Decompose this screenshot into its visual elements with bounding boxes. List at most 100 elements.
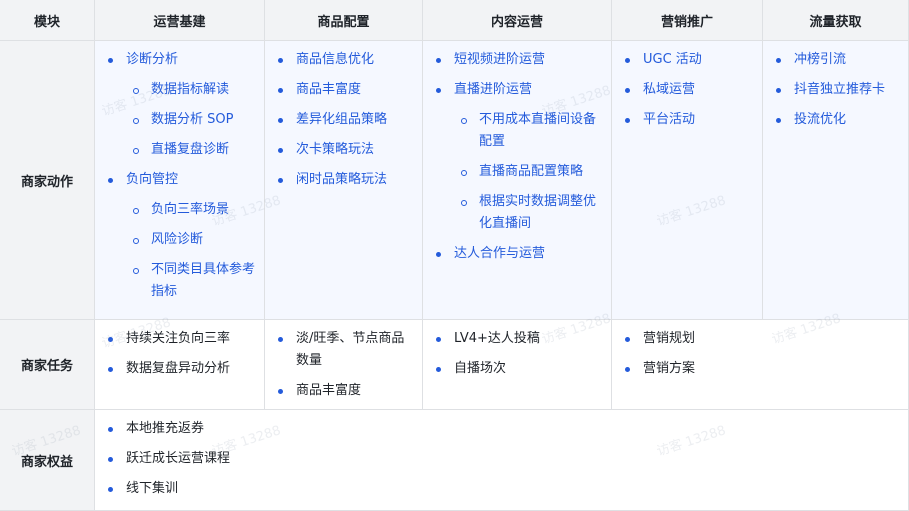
list-tasks-content: LV4+达人投稿 自播场次 xyxy=(436,328,602,388)
hollow-bullet-icon xyxy=(133,148,139,154)
row-header-tasks: 商家任务 xyxy=(0,320,95,410)
list-item[interactable]: 风险诊断 xyxy=(126,229,256,251)
hollow-bullet-icon xyxy=(133,268,139,274)
row-header-actions: 商家动作 xyxy=(0,41,95,320)
list-item[interactable]: 负向三率场景 xyxy=(126,199,256,221)
list-benefits: 本地推充返券 跃迁成长运营课程 线下集训 xyxy=(108,418,426,508)
list-item[interactable]: 根据实时数据调整优化直播间 xyxy=(454,191,599,235)
hollow-bullet-icon xyxy=(133,118,139,124)
list-item[interactable]: 达人合作与运营 xyxy=(436,243,602,265)
list-item: 数据复盘异动分析 xyxy=(108,358,261,380)
list-item: 营销方案 xyxy=(625,358,893,380)
bullet-icon xyxy=(625,367,630,372)
bullet-icon xyxy=(278,178,283,183)
list-item: 持续关注负向三率 xyxy=(108,328,261,350)
bullet-icon xyxy=(776,88,781,93)
header-ops: 运营基建 xyxy=(95,0,265,41)
cell-tasks-marketing: 营销规划 营销方案 xyxy=(612,320,909,410)
list-item[interactable]: 投流优化 xyxy=(776,109,907,131)
hollow-bullet-icon xyxy=(461,170,467,176)
cell-actions-ops: 诊断分析 数据指标解读 数据分析 SOP 直播复盘诊断 负向管控 负向三率场景 … xyxy=(95,41,265,320)
list-item[interactable]: 冲榜引流 xyxy=(776,49,907,71)
bullet-icon xyxy=(436,88,441,93)
list-item[interactable]: 不同类目具体参考指标 xyxy=(126,259,261,303)
list-item: 营销规划 xyxy=(625,328,893,350)
cell-actions-content: 短视频进阶运营 直播进阶运营 不用成本直播间设备配置 直播商品配置策略 根据实时… xyxy=(423,41,612,320)
bullet-icon xyxy=(278,58,283,63)
bullet-icon xyxy=(108,58,113,63)
bullet-icon xyxy=(625,58,630,63)
list-item[interactable]: 负向管控 xyxy=(108,169,256,191)
list-item[interactable]: 平台活动 xyxy=(625,109,758,131)
list-item[interactable]: 次卡策略玩法 xyxy=(278,139,416,161)
list-actions-content: 短视频进阶运营 直播进阶运营 不用成本直播间设备配置 直播商品配置策略 根据实时… xyxy=(436,49,602,273)
list-actions-marketing: UGC 活动 私域运营 平台活动 xyxy=(625,49,758,139)
list-item: 本地推充返券 xyxy=(108,418,426,440)
hollow-bullet-icon xyxy=(461,200,467,206)
bullet-icon xyxy=(108,367,113,372)
header-goods-label: 商品配置 xyxy=(317,14,370,30)
list-item[interactable]: 直播商品配置策略 xyxy=(454,161,602,183)
bullet-icon xyxy=(108,427,113,432)
cell-actions-marketing: UGC 活动 私域运营 平台活动 xyxy=(612,41,763,320)
bullet-icon xyxy=(625,118,630,123)
bullet-icon xyxy=(625,337,630,342)
list-tasks-marketing: 营销规划 营销方案 xyxy=(625,328,893,388)
list-tasks-ops: 持续关注负向三率 数据复盘异动分析 xyxy=(108,328,261,388)
cell-tasks-goods: 淡/旺季、节点商品数量 商品丰富度 xyxy=(265,320,423,410)
bullet-icon xyxy=(436,252,441,257)
cell-benefits: 本地推充返券 跃迁成长运营课程 线下集训 xyxy=(95,410,909,511)
header-traffic: 流量获取 xyxy=(763,0,909,41)
cell-tasks-ops: 持续关注负向三率 数据复盘异动分析 xyxy=(95,320,265,410)
bullet-icon xyxy=(278,389,283,394)
list-tasks-goods: 淡/旺季、节点商品数量 商品丰富度 xyxy=(278,328,408,410)
list-item[interactable]: 不用成本直播间设备配置 xyxy=(454,109,599,153)
header-content: 内容运营 xyxy=(423,0,612,41)
bullet-icon xyxy=(108,487,113,492)
bullet-icon xyxy=(278,118,283,123)
bullet-icon xyxy=(776,58,781,63)
list-actions-ops: 诊断分析 数据指标解读 数据分析 SOP 直播复盘诊断 负向管控 负向三率场景 … xyxy=(108,49,256,311)
list-item: 淡/旺季、节点商品数量 xyxy=(278,328,408,372)
header-marketing-label: 营销推广 xyxy=(660,14,713,30)
bullet-icon xyxy=(436,58,441,63)
header-module: 模块 xyxy=(0,0,95,41)
list-item[interactable]: 短视频进阶运营 xyxy=(436,49,602,71)
row-tasks-label: 商家任务 xyxy=(20,359,73,374)
hollow-bullet-icon xyxy=(133,208,139,214)
list-item[interactable]: 直播进阶运营 xyxy=(436,79,602,101)
list-item[interactable]: 差异化组品策略 xyxy=(278,109,416,131)
header-module-label: 模块 xyxy=(33,14,60,30)
bullet-icon xyxy=(776,118,781,123)
row-benefits-label: 商家权益 xyxy=(20,454,73,470)
header-ops-label: 运营基建 xyxy=(153,14,206,30)
list-item[interactable]: 抖音独立推荐卡 xyxy=(776,79,907,101)
module-table: 模块 运营基建 商品配置 内容运营 营销推广 流量获取 商家动作 诊断分析 数据… xyxy=(0,0,909,511)
bullet-icon xyxy=(108,178,113,183)
list-item[interactable]: 商品信息优化 xyxy=(278,49,416,71)
list-item: 跃迁成长运营课程 xyxy=(108,448,426,470)
bullet-icon xyxy=(625,88,630,93)
bullet-icon xyxy=(108,457,113,462)
list-item[interactable]: 直播复盘诊断 xyxy=(126,139,256,161)
list-item: 线下集训 xyxy=(108,478,426,500)
list-item[interactable]: 闲时品策略玩法 xyxy=(278,169,416,191)
list-item[interactable]: 私域运营 xyxy=(625,79,758,101)
header-traffic-label: 流量获取 xyxy=(809,14,862,30)
bullet-icon xyxy=(278,148,283,153)
list-item[interactable]: UGC 活动 xyxy=(625,49,758,71)
list-item[interactable]: 诊断分析 xyxy=(108,49,256,71)
cell-tasks-content: LV4+达人投稿 自播场次 xyxy=(423,320,612,410)
bullet-icon xyxy=(278,88,283,93)
row-header-benefits: 商家权益 xyxy=(0,410,95,511)
bullet-icon xyxy=(278,337,283,342)
list-item[interactable]: 商品丰富度 xyxy=(278,79,416,101)
header-marketing: 营销推广 xyxy=(612,0,763,41)
list-item: 自播场次 xyxy=(436,358,602,380)
hollow-bullet-icon xyxy=(133,238,139,244)
hollow-bullet-icon xyxy=(133,88,139,94)
list-item[interactable]: 数据指标解读 xyxy=(126,79,256,101)
cell-actions-traffic: 冲榜引流 抖音独立推荐卡 投流优化 xyxy=(763,41,909,320)
bullet-icon xyxy=(108,337,113,342)
list-item[interactable]: 数据分析 SOP xyxy=(126,109,256,131)
